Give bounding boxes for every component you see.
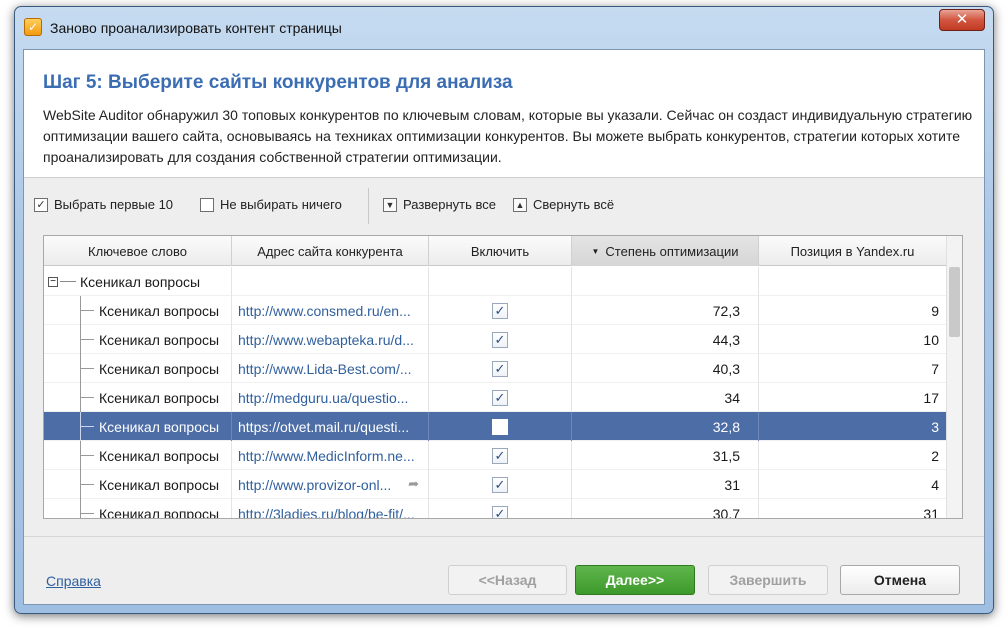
position-value: 10: [759, 325, 947, 354]
competitors-table: Ключевое слово Адрес сайта конкурента Вк…: [43, 235, 963, 519]
url-link[interactable]: http://3ladies.ru/blog/be-fit/...: [232, 499, 429, 518]
column-yandex-position[interactable]: Позиция в Yandex.ru: [759, 236, 947, 266]
optimization-value: 31: [572, 470, 759, 499]
keyword-cell: Ксеникал вопросы: [99, 505, 220, 519]
include-checkbox[interactable]: ✓: [492, 447, 508, 464]
step-description: WebSite Auditor обнаружил 30 топовых кон…: [43, 107, 973, 165]
url-link[interactable]: http://www.Lida-Best.com/...: [232, 354, 429, 383]
optimization-value: 44,3: [572, 325, 759, 354]
finish-button[interactable]: Завершить: [708, 565, 828, 595]
group-row[interactable]: − Ксеникал вопросы: [44, 267, 947, 296]
include-checkbox[interactable]: ✓: [492, 389, 508, 406]
vertical-scrollbar[interactable]: [946, 236, 962, 518]
dialog-window: ✓ Заново проанализировать контент страни…: [14, 6, 994, 614]
table-row[interactable]: Ксеникал вопросы http://www.Lida-Best.co…: [44, 354, 947, 383]
url-link[interactable]: http://www.webapteka.ru/d...: [232, 325, 429, 354]
title-bar[interactable]: ✓ Заново проанализировать контент страни…: [15, 7, 993, 49]
table-body: − Ксеникал вопросы Ксеникал вопросы http…: [44, 267, 947, 519]
tree-line: [60, 281, 76, 282]
url-link[interactable]: http://www.consmed.ru/en...: [232, 296, 429, 325]
checklist-icon: ✓: [34, 197, 48, 212]
table-row[interactable]: Ксеникал вопросы http://www.MedicInform.…: [44, 441, 947, 470]
include-checkbox[interactable]: ✓: [492, 302, 508, 319]
expand-all-label: Развернуть все: [403, 197, 497, 212]
optimization-value: 32,8: [572, 412, 759, 441]
table-row[interactable]: Ксеникал вопросы http://3ladies.ru/blog/…: [44, 499, 947, 519]
keyword-cell: Ксеникал вопросы: [99, 331, 220, 348]
column-optimization[interactable]: ▼ Степень оптимизации: [572, 236, 759, 266]
share-arrow-icon[interactable]: ➦: [408, 476, 419, 492]
table-row[interactable]: Ксеникал вопросы http://www.webapteka.ru…: [44, 325, 947, 354]
select-first-10-label: Выбрать первые 10: [54, 197, 174, 212]
cancel-button[interactable]: Отмена: [840, 565, 960, 595]
keyword-cell: Ксеникал вопросы: [99, 302, 220, 319]
group-label: Ксеникал вопросы: [80, 273, 201, 290]
step-title: Шаг 5: Выберите сайты конкурентов для ан…: [43, 72, 513, 93]
keyword-cell: Ксеникал вопросы: [99, 360, 220, 377]
scrollbar-thumb[interactable]: [949, 267, 960, 337]
include-checkbox[interactable]: ✓: [492, 331, 508, 348]
position-value: 17: [759, 383, 947, 412]
collapse-icon: ▲: [513, 197, 527, 212]
optimization-value: 30,7: [572, 499, 759, 518]
table-header: Ключевое слово Адрес сайта конкурента Вк…: [44, 236, 947, 266]
table-row[interactable]: Ксеникал вопросы http://www.consmed.ru/e…: [44, 296, 947, 325]
back-button[interactable]: <<Назад: [448, 565, 567, 595]
collapse-group-icon[interactable]: −: [48, 276, 58, 287]
empty-checkbox-icon: [200, 197, 214, 212]
url-link[interactable]: https://otvet.mail.ru/questi...: [232, 412, 429, 441]
dialog-client-area: Шаг 5: Выберите сайты конкурентов для ан…: [23, 49, 985, 605]
column-competitor-url[interactable]: Адрес сайта конкурента: [232, 236, 429, 266]
table-row-selected[interactable]: Ксеникал вопросы https://otvet.mail.ru/q…: [44, 412, 947, 441]
url-link[interactable]: http://medguru.ua/questio...: [232, 383, 429, 412]
column-include[interactable]: Включить: [429, 236, 572, 266]
keyword-cell: Ксеникал вопросы: [99, 389, 220, 406]
collapse-all-label: Свернуть всё: [533, 197, 615, 212]
window-title: Заново проанализировать контент страницы: [50, 20, 342, 36]
close-button[interactable]: ✕: [939, 9, 985, 31]
expand-all-button[interactable]: ▼ Развернуть все: [383, 197, 496, 212]
position-value: 31: [759, 499, 947, 518]
table-row[interactable]: Ксеникал вопросы http://medguru.ua/quest…: [44, 383, 947, 412]
toolbar-separator: [368, 188, 369, 224]
position-value: 9: [759, 296, 947, 325]
position-value: 3: [759, 412, 947, 441]
keyword-cell: Ксеникал вопросы: [99, 476, 220, 493]
include-checkbox[interactable]: ✓: [492, 476, 508, 493]
url-link[interactable]: http://www.provizor-onl... ➦: [232, 470, 429, 499]
sort-desc-icon: ▼: [591, 246, 600, 256]
header-panel: Шаг 5: Выберите сайты конкурентов для ан…: [24, 50, 984, 178]
position-value: 2: [759, 441, 947, 470]
position-value: 4: [759, 470, 947, 499]
optimization-value: 40,3: [572, 354, 759, 383]
optimization-value: 31,5: [572, 441, 759, 470]
table-row[interactable]: Ксеникал вопросы http://www.provizor-onl…: [44, 470, 947, 499]
select-none-button[interactable]: Не выбирать ничего: [200, 197, 342, 212]
help-link[interactable]: Справка: [46, 573, 101, 589]
include-checkbox[interactable]: ✓: [492, 360, 508, 377]
url-link[interactable]: http://www.MedicInform.ne...: [232, 441, 429, 470]
include-checkbox[interactable]: ✓: [492, 505, 508, 518]
position-value: 7: [759, 354, 947, 383]
expand-icon: ▼: [383, 197, 397, 212]
app-icon: ✓: [24, 18, 42, 36]
keyword-cell: Ксеникал вопросы: [99, 447, 220, 464]
column-keyword[interactable]: Ключевое слово: [44, 236, 232, 266]
select-first-10-button[interactable]: ✓ Выбрать первые 10: [34, 197, 173, 212]
optimization-value: 34: [572, 383, 759, 412]
collapse-all-button[interactable]: ▲ Свернуть всё: [513, 197, 614, 212]
optimization-value: 72,3: [572, 296, 759, 325]
toolbar: ✓ Выбрать первые 10 Не выбирать ничего ▼…: [24, 182, 984, 226]
select-none-label: Не выбирать ничего: [220, 197, 342, 212]
footer-divider: [24, 536, 984, 537]
keyword-cell: Ксеникал вопросы: [99, 418, 220, 435]
include-checkbox[interactable]: [492, 418, 508, 435]
next-button[interactable]: Далее>>: [575, 565, 695, 595]
